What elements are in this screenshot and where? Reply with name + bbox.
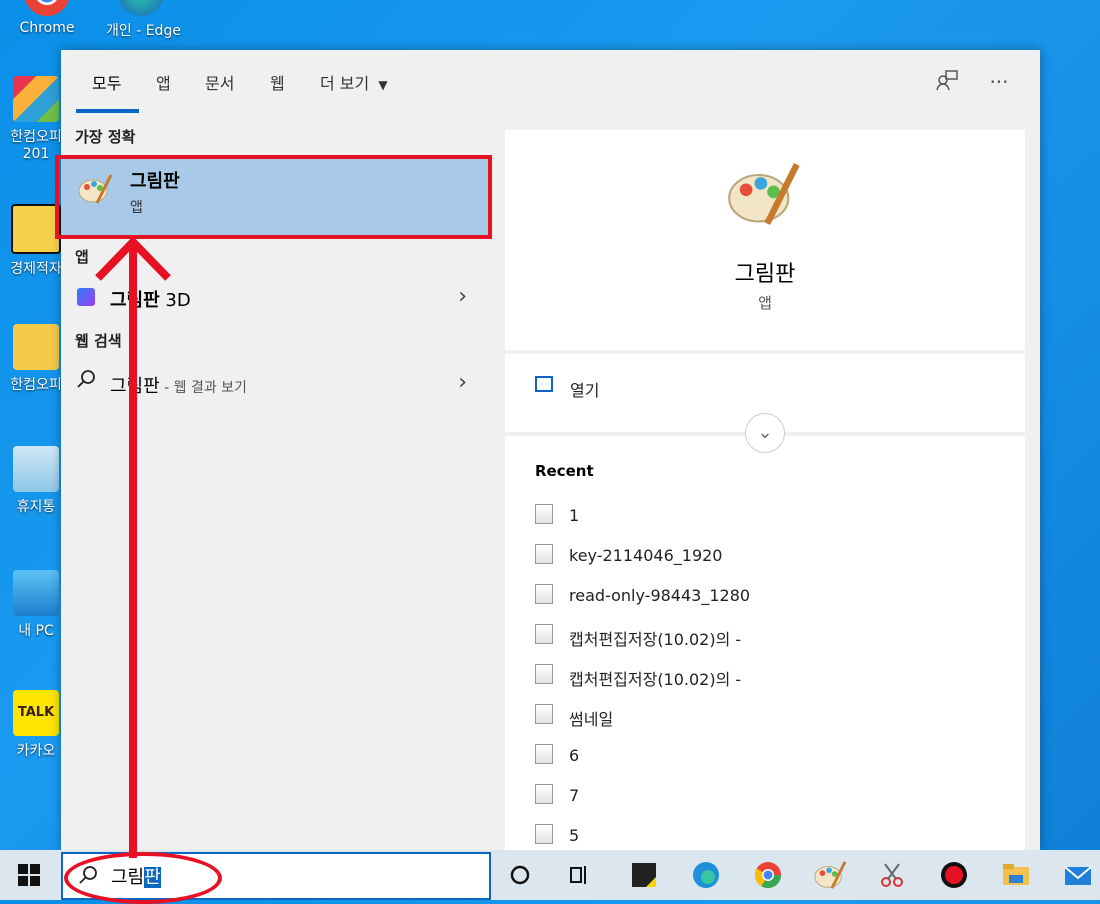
annotation-arrowhead [95,236,171,281]
tab-web[interactable]: 웹 [270,70,285,94]
file-icon [535,624,553,644]
chevron-right-icon[interactable]: › [458,284,467,309]
mail-icon[interactable] [1061,858,1095,892]
desktop-icon-edge[interactable]: 개인 - Edge [106,0,181,40]
annotation-arrow [129,248,137,858]
desktop-icon-label: 한컴오피 [10,377,62,393]
tab-apps[interactable]: 앱 [156,70,171,94]
desktop-icon-chrome[interactable]: Chrome [12,0,82,36]
paint-icon[interactable] [813,858,847,892]
active-tab-indicator [76,109,139,113]
open-external-icon [535,376,553,392]
file-icon [535,704,553,724]
desktop-icon-hancom2[interactable]: 한컴오피 [8,324,64,394]
app-result-label: 그림판 3D [110,290,191,311]
feedback-icon[interactable] [933,68,961,96]
results-pane: 가장 정확 그림판 앱 앱 그림판 3D › 웹 검색 그림판 - 웹 결과 보… [55,114,492,850]
desktop-icon-mypc[interactable]: 내 PC [8,570,64,640]
paint-palette-large-icon [725,156,801,232]
best-match-heading: 가장 정확 [75,128,136,146]
desktop-icon-label: 경제적자 [10,261,62,277]
file-explorer-icon[interactable] [999,858,1033,892]
edge-icon [118,0,164,16]
chrome-icon[interactable] [751,858,785,892]
chevron-right-icon[interactable]: › [458,370,467,395]
desktop-icon-label: 개인 - Edge [106,23,181,39]
tab-all[interactable]: 모두 [92,70,121,94]
file-icon [535,584,553,604]
hancom-office-icon [13,76,59,122]
web-search-heading: 웹 검색 [75,332,122,350]
file-icon [535,544,553,564]
desktop-icon-label: 카카오 [16,743,56,759]
document-icon [11,204,61,254]
annotation-ellipse [64,852,222,904]
desktop-icon-label: Chrome [19,20,75,36]
file-icon [535,784,553,804]
expand-button[interactable]: ⌄ [745,413,785,453]
preview-pane: 그림판 앱 열기 ⌄ Recent 1 key-2114046_1920 rea… [505,130,1025,850]
preview-subtitle: 앱 [758,294,772,312]
desktop-icon-label: 내 PC [18,623,54,639]
file-icon [535,504,553,524]
desktop-icon-recycle[interactable]: 휴지통 [8,446,64,516]
snipping-tool-icon[interactable] [875,858,909,892]
chrome-icon [24,0,70,16]
search-tabs-bar: 모두 앱 문서 웹 더 보기 ▼ ··· [61,50,1040,114]
hancom-doc-icon [13,324,59,370]
app-preview-card: 그림판 앱 [505,130,1025,350]
tab-documents[interactable]: 문서 [205,70,234,94]
tab-more[interactable]: 더 보기 ▼ [320,70,388,94]
kakaotalk-icon: TALK [13,690,59,736]
paint3d-icon [77,288,95,306]
sticky-notes-icon[interactable] [627,858,661,892]
cortana-icon[interactable] [503,858,537,892]
search-icon [75,368,97,394]
open-label: 열기 [570,381,600,400]
tab-more-label: 더 보기 [320,74,370,93]
file-icon [535,824,553,844]
file-icon [535,664,553,684]
recorder-icon[interactable] [937,858,971,892]
task-view-icon[interactable] [563,858,597,892]
desktop-icon-kakao[interactable]: TALK 카카오 [8,690,64,760]
search-panel: 모두 앱 문서 웹 더 보기 ▼ ··· 가장 정확 그림판 앱 앱 그림판 3… [55,50,1040,850]
recycle-bin-icon [13,446,59,492]
annotation-highlight-box [55,155,492,239]
desktop-icon-label: 휴지통 [16,499,56,515]
more-options-icon[interactable]: ··· [985,68,1013,96]
chevron-down-icon: ▼ [378,78,388,92]
edge-icon[interactable] [689,858,723,892]
windows-start-icon [18,864,40,886]
recent-heading: Recent [535,462,594,480]
desktop-icon-hancom[interactable]: 한컴오피 201 [8,76,64,162]
apps-heading: 앱 [75,248,89,266]
file-icon [535,744,553,764]
computer-icon [13,570,59,616]
recent-card: Recent 1 key-2114046_1920 read-only-9844… [505,436,1025,850]
preview-title: 그림판 [734,262,796,287]
web-result-item[interactable]: 그림판 - 웹 결과 보기 › [61,362,489,404]
start-button[interactable] [18,864,40,886]
